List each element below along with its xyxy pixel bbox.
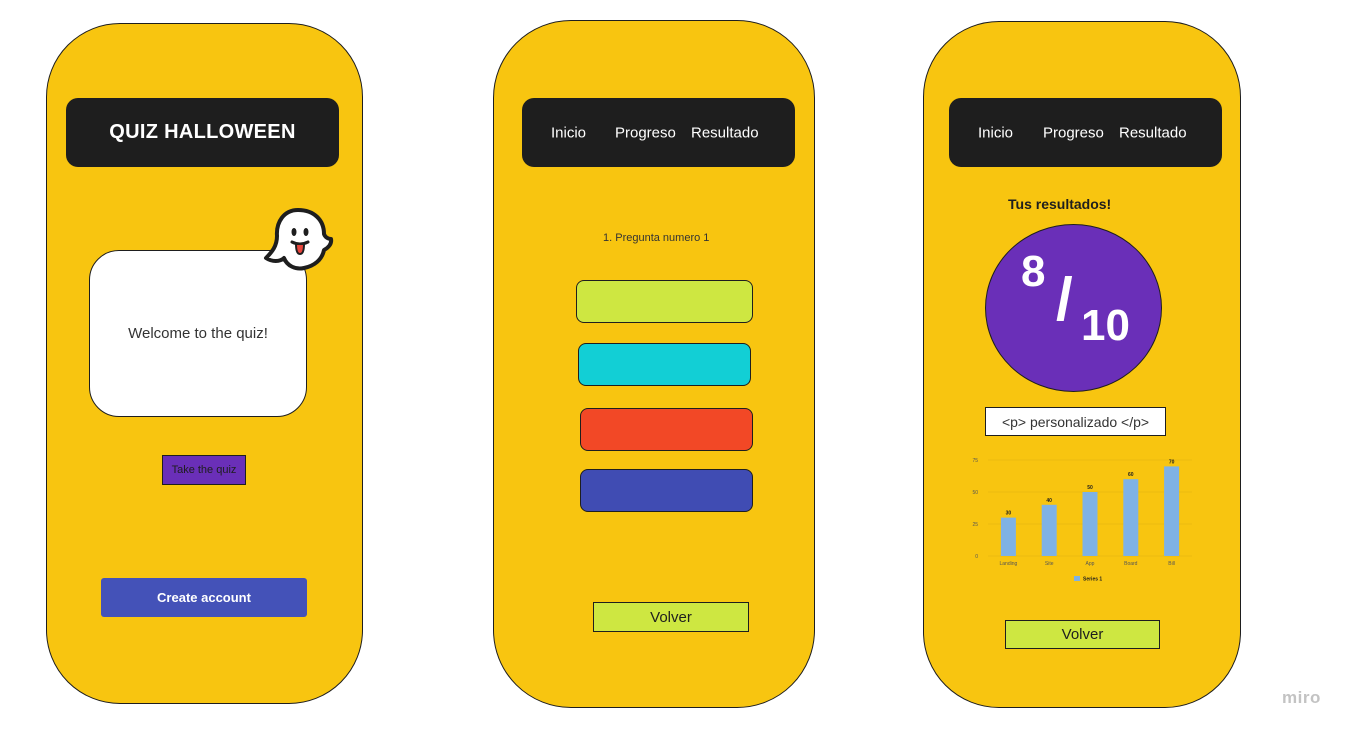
app-title: QUIZ HALLOWEEN (109, 121, 296, 143)
chart-bar (1000, 517, 1016, 556)
answer-option-2[interactable] (578, 343, 751, 386)
take-quiz-label: Take the quiz (171, 464, 237, 476)
welcome-screen-phone: QUIZ HALLOWEEN Welcome to the quiz! Take… (46, 23, 363, 704)
bar-value-label: 70 (1169, 459, 1175, 465)
ghost-icon (264, 208, 334, 271)
score-value: 8 (1021, 247, 1046, 296)
bar-value-label: 60 (1128, 472, 1134, 478)
answer-option-1[interactable] (576, 280, 753, 323)
volver-label: Volver (1061, 626, 1104, 643)
volver-button[interactable]: Volver (593, 602, 749, 632)
question-text: 1. Pregunta numero 1 (603, 232, 710, 244)
y-tick-label: 75 (972, 458, 978, 464)
nav-progreso[interactable]: Progreso (615, 124, 676, 141)
y-tick-label: 50 (972, 490, 978, 496)
score-circle: 8 / 10 (985, 224, 1162, 392)
question-screen-phone: Inicio Progreso Resultado 1. Pregunta nu… (493, 20, 815, 708)
score-total: 10 (1081, 301, 1130, 350)
x-tick-label: Board (1124, 561, 1138, 567)
take-quiz-button[interactable]: Take the quiz (162, 455, 246, 485)
miro-watermark: miro (1282, 688, 1321, 707)
custom-paragraph-box: <p> personalizado </p> (985, 407, 1166, 436)
chart-bar (1164, 466, 1180, 556)
legend-label: Series 1 (1083, 577, 1102, 583)
bar-value-label: 40 (1046, 498, 1052, 504)
x-tick-label: App (1086, 561, 1095, 567)
y-tick-label: 0 (975, 554, 978, 560)
legend-swatch (1074, 576, 1080, 581)
volver-button[interactable]: Volver (1005, 620, 1160, 649)
nav-resultado[interactable]: Resultado (691, 124, 759, 141)
x-tick-label: Site (1045, 561, 1054, 567)
app-title-bar: QUIZ HALLOWEEN (66, 98, 339, 167)
y-tick-label: 25 (972, 522, 978, 528)
nav-bar: Inicio Progreso Resultado (949, 98, 1222, 167)
nav-progreso[interactable]: Progreso (1043, 124, 1104, 141)
answer-option-4[interactable] (580, 469, 753, 512)
bar-value-label: 50 (1087, 485, 1093, 491)
chart-bar (1041, 504, 1057, 556)
create-account-button[interactable]: Create account (101, 578, 307, 617)
nav-bar: Inicio Progreso Resultado (522, 98, 795, 167)
x-tick-label: Landing (1000, 561, 1018, 567)
nav-inicio[interactable]: Inicio (978, 124, 1013, 141)
x-tick-label: Bill (1168, 561, 1175, 567)
nav-resultado[interactable]: Resultado (1119, 124, 1187, 141)
score-separator: / (1056, 266, 1073, 333)
welcome-text: Welcome to the quiz! (128, 325, 268, 342)
results-title: Tus resultados! (1008, 196, 1112, 212)
volver-label: Volver (650, 608, 692, 626)
results-screen-phone: Inicio Progreso Resultado Tus resultados… (923, 21, 1241, 708)
chart-bar (1123, 479, 1139, 556)
custom-paragraph: <p> personalizado </p> (1001, 413, 1150, 430)
results-bar-chart: 0 25 50 75 30 Landing 40 Site 50 App 60 Board 70 Bill… (972, 458, 1192, 583)
nav-inicio[interactable]: Inicio (551, 124, 586, 141)
bar-value-label: 30 (1006, 511, 1012, 517)
create-account-label: Create account (157, 590, 251, 605)
chart-bar (1082, 492, 1098, 556)
answer-option-3[interactable] (580, 408, 753, 451)
